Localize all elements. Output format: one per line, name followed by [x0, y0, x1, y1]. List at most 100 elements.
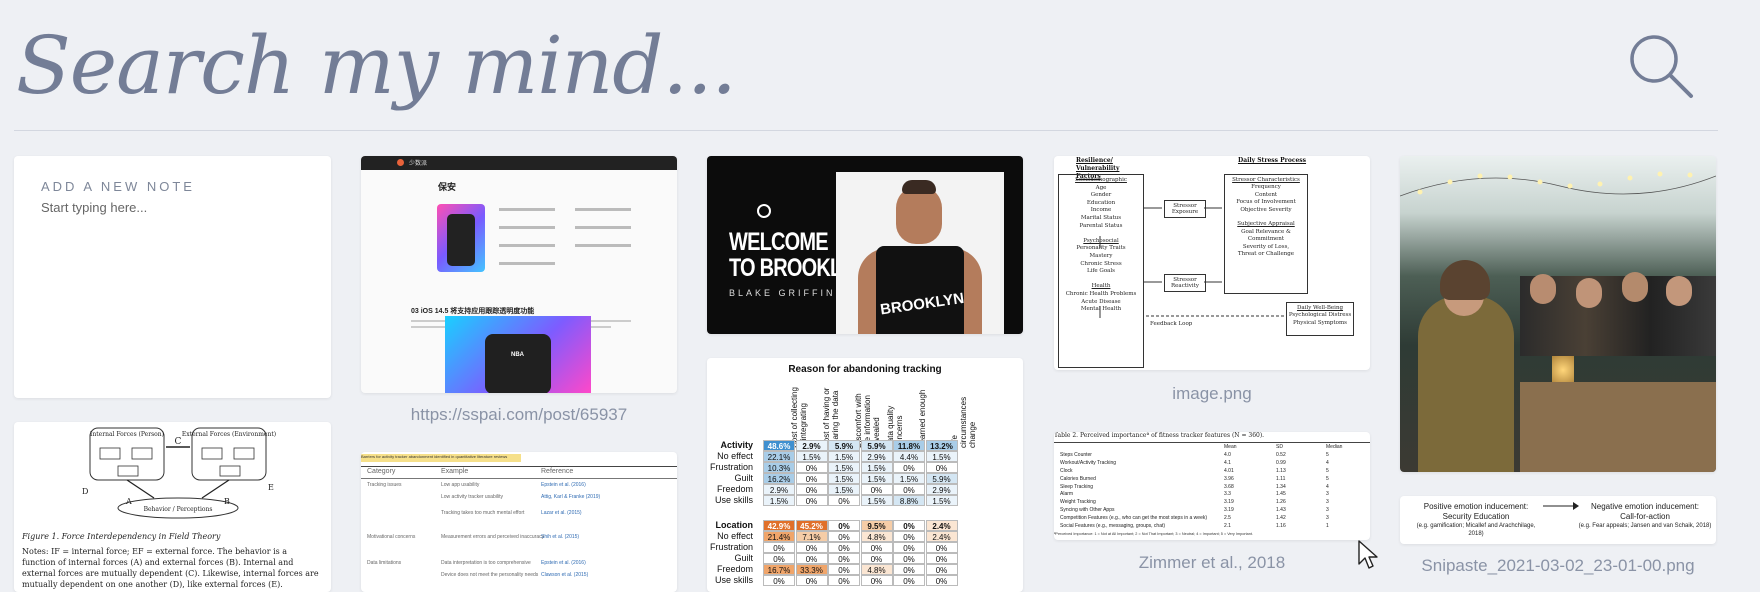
new-note-card[interactable]: ADD A NEW NOTE Start typing here...	[14, 156, 331, 398]
tracking-row: Location 42.9% 45.2% 0% 9.5% 0% 2.4%	[707, 520, 1023, 531]
tracking-row: No effect 22.1% 1.5% 1.5% 2.9% 4.4% 1.5%	[707, 451, 1023, 462]
tracking-cell: 0%	[860, 575, 893, 586]
stress-diagram-card[interactable]: Resilience/ Vulnerability Factors Daily …	[1054, 156, 1370, 370]
tracking-row: Use skills 1.5% 0% 0% 1.5% 8.8% 1.5%	[707, 495, 1023, 506]
tracking-row: Frustration 0% 0% 0% 0% 0% 0%	[707, 542, 1023, 553]
vulnerability-box: Sociodemographic Age Gender Education Income…	[1058, 174, 1144, 368]
vulnerability-item: Mental Health	[1080, 306, 1122, 313]
external-forces-label: External Forces (Environment)	[182, 431, 276, 438]
fitness-cell: Weight Tracking	[1060, 499, 1096, 506]
fitness-cell: Mean	[1224, 444, 1237, 450]
barriers-card[interactable]: Barriers for activity tracker abandonmen…	[361, 452, 677, 592]
tracking-cell: 0%	[893, 462, 925, 473]
fitness-cell: Calories Burned	[1060, 475, 1096, 482]
fitness-cell: 1.11	[1276, 475, 1286, 482]
tracking-row: Frustration 10.3% 0% 1.5% 1.5% 0% 0%	[707, 462, 1023, 473]
tracking-cell: 2.4%	[925, 531, 958, 542]
article-list	[437, 204, 637, 288]
tracking-cell: 0%	[795, 473, 828, 484]
fitness-row: Weight Tracking 3.19 1.26 3	[1054, 498, 1370, 506]
tracking-cell: 4.4%	[893, 451, 925, 462]
tracking-cell: 9.5%	[860, 520, 893, 531]
group-photo-card[interactable]	[1400, 156, 1716, 472]
tracking-row: Freedom 16.7% 33.3% 0% 4.8% 0% 0%	[707, 564, 1023, 575]
tracking-row-label: Use skills	[714, 575, 753, 585]
fitness-cell: 0.99	[1276, 459, 1286, 466]
stressor-exposure: Stressor Exposure	[1164, 200, 1206, 218]
fitness-card[interactable]: Table 2. Perceived importanceª of fitnes…	[1054, 432, 1370, 540]
tracking-cell: 0%	[795, 495, 828, 506]
vulnerability-item: Mastery	[1089, 252, 1113, 259]
vulnerability-item: Income	[1090, 207, 1112, 214]
fitness-row: Clock 4.01 1.13 5	[1054, 467, 1370, 475]
fitness-cell: Competition Features (e.g., who can get …	[1060, 515, 1208, 522]
vulnerability-item: Chronic Health Problems	[1065, 290, 1137, 297]
new-note-input[interactable]: Start typing here...	[41, 200, 147, 215]
new-note-label: ADD A NEW NOTE	[41, 179, 195, 194]
tracking-cell: 2.9%	[925, 484, 958, 495]
tracking-cell: 0%	[860, 484, 893, 495]
search-input[interactable]: Search my mind...	[16, 6, 737, 126]
tracking-cell: 0%	[795, 484, 828, 495]
fitness-cell: 1.43	[1276, 507, 1286, 514]
fitness-cell: 1.45	[1276, 491, 1286, 498]
field-theory-card[interactable]: Internal Forces (Person) External Forces…	[14, 422, 331, 592]
tracking-cell: 1.5%	[828, 473, 860, 484]
fitness-cell: 3	[1326, 499, 1329, 506]
tracking-cell: 0%	[828, 553, 860, 564]
fitness-cell: 3	[1326, 515, 1329, 522]
vulnerability-item	[1059, 230, 1143, 238]
tracking-cell: 5.9%	[828, 440, 860, 451]
stress-caption[interactable]: image.png	[1054, 384, 1370, 404]
tracking-cell: 0%	[795, 575, 828, 586]
tracking-cell: 45.2%	[795, 520, 828, 531]
article-author: 保安	[438, 182, 457, 192]
tracking-col-header: Life circumstances change	[950, 396, 977, 448]
search-button[interactable]	[1625, 30, 1695, 100]
fitness-cell: 2.1	[1224, 523, 1231, 529]
stress-process-item: Commitment	[1247, 236, 1285, 243]
stress-process-item: Focus of Involvement	[1236, 199, 1296, 206]
fitness-cell: 3.3	[1224, 491, 1231, 498]
internal-forces-label: Internal Forces (Person)	[90, 431, 164, 438]
figure-notes: Notes: IF = internal force; EF = externa…	[22, 547, 319, 589]
tracking-card[interactable]: Reason for abandoning tracking Cost of c…	[707, 358, 1023, 592]
snipaste-caption[interactable]: Snipaste_2021-03-02_23-01-00.png	[1400, 556, 1716, 576]
tracking-cell: 1.5%	[763, 495, 795, 506]
tracking-cell: 42.9%	[763, 520, 795, 531]
svg-text:E: E	[268, 483, 274, 492]
fitness-cell: 4.1	[1224, 459, 1231, 466]
snipaste-card[interactable]: Positive emotion inducement: Security Ed…	[1400, 496, 1716, 544]
tracking-cell: 1.5%	[828, 462, 860, 473]
tracking-cell: 0%	[828, 531, 860, 542]
brooklyn-card[interactable]: WELCOME TO BROOKLYN BLAKE GRIFFIN BROOKL…	[707, 156, 1023, 334]
search-icon	[1630, 35, 1693, 98]
player-name: BLAKE GRIFFIN	[729, 288, 836, 298]
fitness-caption[interactable]: Zimmer et al., 2018	[1054, 553, 1370, 573]
tracking-cell: 1.5%	[828, 451, 860, 462]
tracking-cell: 1.5%	[828, 484, 860, 495]
svg-text:A: A	[125, 497, 132, 506]
right-heading: Daily Stress Process	[1238, 157, 1307, 164]
tracking-row: Freedom 2.9% 0% 1.5% 0% 0% 2.9%	[707, 484, 1023, 495]
tracking-row-label: No effect	[717, 451, 753, 461]
wellbeing-box: Daily Well-Being Psychological Distress Ph…	[1286, 302, 1354, 336]
header-divider	[14, 130, 1718, 131]
svg-text:B: B	[224, 497, 230, 506]
tracking-cell: 1.5%	[925, 451, 958, 462]
fitness-row: Syncing with Other Apps 3.19 1.43 3	[1054, 506, 1370, 514]
negative-title: Negative emotion inducement:	[1590, 502, 1700, 511]
vulnerability-item: Health	[1091, 283, 1111, 290]
fitness-cell: Workout/Activity Tracking	[1060, 459, 1117, 466]
site-logo-icon	[397, 159, 404, 166]
tracking-cell: 0%	[828, 495, 860, 506]
negative-sub: Call-for-action	[1620, 512, 1670, 521]
sspai-card[interactable]: 少数派 保安 03 iOS 14.5 将支持应用跟踪透明度功能 NBA	[361, 156, 677, 393]
fitness-cell: 0.52	[1276, 451, 1286, 458]
positive-ref: (e.g. gamification; Micallef and Arachch…	[1416, 523, 1536, 537]
tracking-cell: 0%	[893, 520, 925, 531]
vulnerability-item: Psychosocial	[1083, 237, 1119, 244]
player-photo: BROOKLYN	[836, 172, 1004, 334]
tracking-cell: 0%	[893, 564, 925, 575]
sspai-caption[interactable]: https://sspai.com/post/65937	[361, 405, 677, 425]
